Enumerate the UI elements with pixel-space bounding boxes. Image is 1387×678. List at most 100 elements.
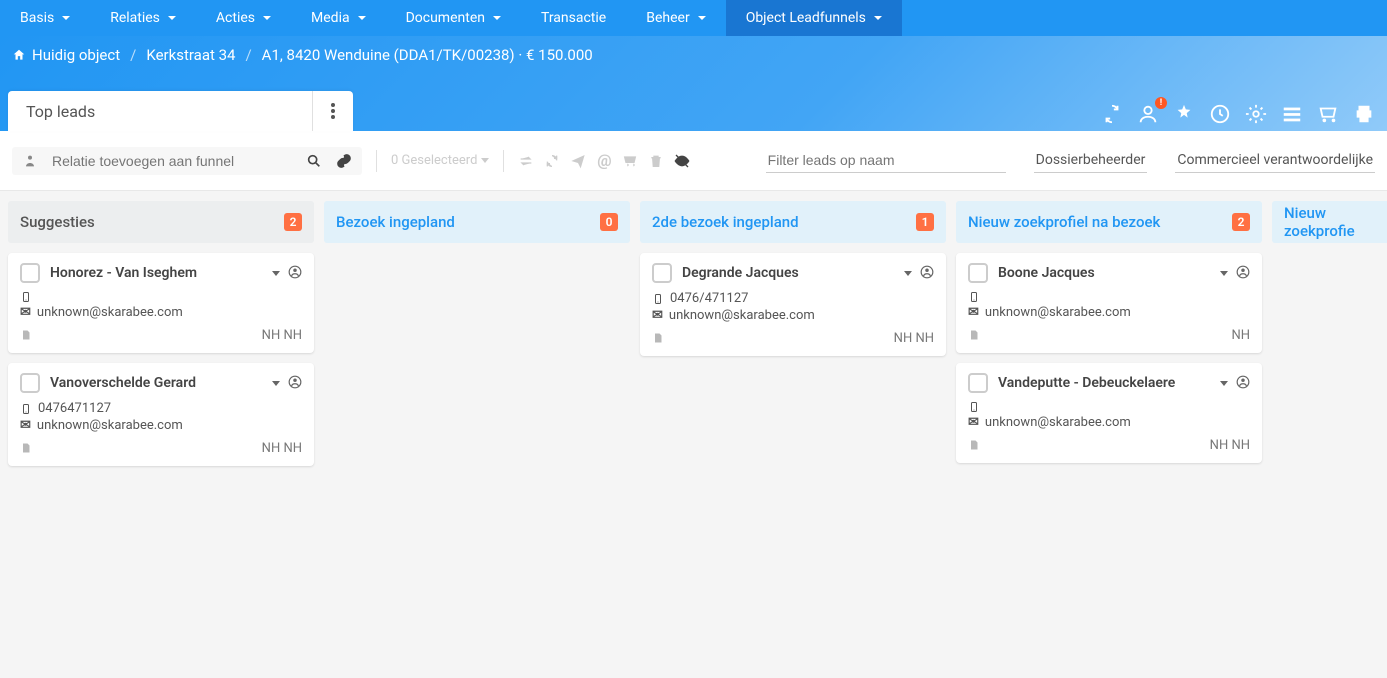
card-initials: NH NH (262, 328, 302, 343)
file-icon (20, 326, 32, 345)
column-header[interactable]: 2de bezoek ingepland1 (640, 201, 946, 243)
column-header[interactable]: Suggesties 2 (8, 201, 314, 243)
breadcrumb-home[interactable]: Huidig object (32, 46, 120, 64)
trash-icon[interactable] (648, 153, 664, 169)
chevron-down-icon[interactable] (1220, 381, 1228, 386)
card-initials: NH NH (262, 441, 302, 456)
more-button[interactable] (313, 91, 353, 131)
nav-item-relaties[interactable]: Relaties (90, 0, 196, 36)
relation-input-wrap (12, 147, 362, 175)
column: Nieuw zoekprofie (1272, 201, 1387, 466)
separator (503, 150, 504, 172)
breadcrumb: Huidig object / Kerkstraat 34 / A1, 8420… (12, 36, 1375, 64)
search-icon[interactable] (306, 153, 322, 169)
column-body: Boone Jacques✉unknown@skarabee.comNHVand… (956, 253, 1262, 466)
column-title: Suggesties (20, 213, 95, 231)
gear-icon[interactable] (1245, 103, 1267, 125)
card-checkbox[interactable] (20, 263, 40, 283)
column: Bezoek ingepland0 (324, 201, 630, 466)
nav-item-label: Documenten (406, 10, 485, 26)
file-icon (968, 436, 980, 455)
card-name: Vandeputte - Debeuckelaere (998, 375, 1210, 391)
chevron-down-icon (358, 16, 366, 20)
user-icon[interactable]: ! (1137, 103, 1159, 125)
filter-input[interactable] (766, 148, 1006, 173)
nav-item-transactie[interactable]: Transactie (521, 0, 626, 36)
card-footer: NH (968, 326, 1250, 345)
separator (376, 150, 377, 172)
card-checkbox[interactable] (968, 263, 988, 283)
breadcrumb-street[interactable]: Kerkstraat 34 (146, 46, 235, 64)
chevron-down-icon (874, 16, 882, 20)
clock-icon[interactable] (1209, 103, 1231, 125)
cart-icon[interactable] (1317, 103, 1339, 125)
swap-icon[interactable] (518, 153, 534, 169)
card-email: ✉unknown@skarabee.com (20, 418, 302, 433)
card-initials: NH NH (1210, 438, 1250, 453)
star-icon[interactable] (1173, 103, 1195, 125)
commercial-field[interactable]: Commercieel verantwoordelijke (1175, 148, 1375, 173)
column-body: Degrande Jacques0476/471127✉unknown@skar… (640, 253, 946, 466)
selected-count[interactable]: 0 Geselecteerd (391, 153, 489, 168)
user-circle-icon[interactable] (288, 374, 302, 393)
user-circle-icon[interactable] (288, 264, 302, 283)
nav-item-beheer[interactable]: Beheer (626, 0, 725, 36)
column-title: 2de bezoek ingepland (652, 213, 799, 231)
nav-item-object-leadfunnels[interactable]: Object Leadfunnels (726, 0, 902, 36)
user-circle-icon[interactable] (1236, 264, 1250, 283)
card-checkbox[interactable] (20, 373, 40, 393)
count-badge: 2 (284, 213, 302, 231)
header-actions: ! (1101, 103, 1375, 125)
lead-card[interactable]: Boone Jacques✉unknown@skarabee.comNH (956, 253, 1262, 353)
at-icon[interactable]: @ (596, 153, 612, 169)
home-icon[interactable]: Huidig object (12, 46, 120, 64)
card-checkbox[interactable] (652, 263, 672, 283)
column-header[interactable]: Bezoek ingepland0 (324, 201, 630, 243)
nav-item-documenten[interactable]: Documenten (386, 0, 521, 36)
card-name: Degrande Jacques (682, 265, 894, 281)
lead-card[interactable]: Degrande Jacques0476/471127✉unknown@skar… (640, 253, 946, 356)
column-header[interactable]: Nieuw zoekprofie (1272, 201, 1387, 243)
dossier-field[interactable]: Dossierbeheerder (1034, 148, 1148, 173)
card-footer: NH NH (20, 439, 302, 458)
column-header[interactable]: Nieuw zoekprofiel na bezoek2 (956, 201, 1262, 243)
chevron-down-icon (263, 16, 271, 20)
nav-item-media[interactable]: Media (291, 0, 386, 36)
card-name: Vanoverschelde Gerard (50, 375, 262, 391)
list-icon[interactable] (1281, 103, 1303, 125)
chevron-down-icon[interactable] (272, 381, 280, 386)
nav-item-label: Transactie (541, 10, 606, 26)
column: 2de bezoek ingepland1 Degrande Jacques047… (640, 201, 946, 466)
lead-card[interactable]: Vanoverschelde Gerard 0476471127 ✉unknown@… (8, 363, 314, 466)
card-checkbox[interactable] (968, 373, 988, 393)
spin-icon[interactable] (544, 153, 560, 169)
print-icon[interactable] (1353, 103, 1375, 125)
column-body (1272, 253, 1387, 466)
count-badge: 0 (600, 213, 618, 231)
title-tab-label: Top leads (8, 91, 313, 131)
user-circle-icon[interactable] (1236, 374, 1250, 393)
chevron-down-icon[interactable] (1220, 271, 1228, 276)
nav-item-label: Acties (216, 10, 255, 26)
link-icon[interactable] (336, 153, 352, 169)
card-initials: NH (1231, 328, 1250, 343)
cart-small-icon[interactable] (622, 153, 638, 169)
card-phone (968, 401, 1250, 413)
chevron-down-icon[interactable] (904, 271, 912, 276)
lead-card[interactable]: Honorez - Van Iseghem✉unknown@skarabee.c… (8, 253, 314, 353)
card-footer: NH NH (968, 436, 1250, 455)
lead-card[interactable]: Vandeputte - Debeuckelaere✉unknown@skara… (956, 363, 1262, 463)
chevron-down-icon[interactable] (272, 271, 280, 276)
user-circle-icon[interactable] (920, 264, 934, 283)
nav-item-basis[interactable]: Basis (0, 0, 90, 36)
nav-item-acties[interactable]: Acties (196, 0, 291, 36)
refresh-icon[interactable] (1101, 103, 1123, 125)
card-phone: 0476471127 (20, 401, 302, 416)
send-icon[interactable] (570, 153, 586, 169)
relation-input[interactable] (52, 153, 292, 169)
breadcrumb-sep: / (245, 46, 251, 64)
file-icon (652, 329, 664, 348)
eye-off-icon[interactable] (674, 153, 690, 169)
top-nav: BasisRelaties Acties Media Documenten Transa… (0, 0, 1387, 36)
user-badge: ! (1155, 97, 1167, 109)
